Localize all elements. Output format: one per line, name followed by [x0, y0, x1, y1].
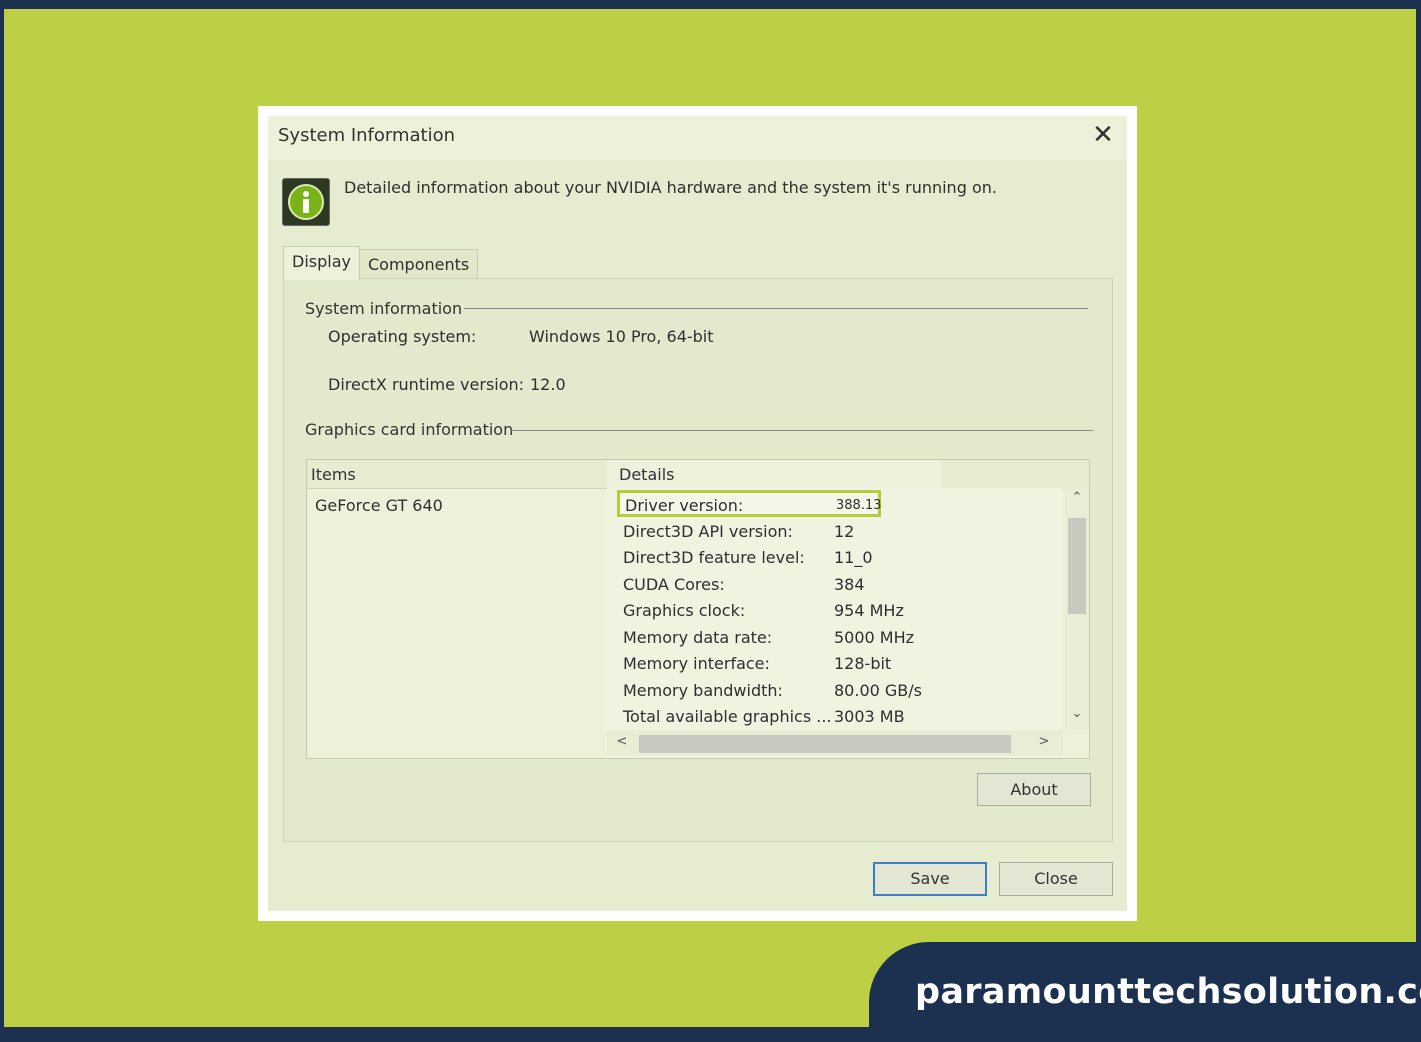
column-header-items[interactable]: Items — [311, 465, 356, 484]
horizontal-scrollbar[interactable]: < > — [607, 730, 1063, 756]
detail-value: 11_0 — [834, 548, 873, 567]
os-label: Operating system: — [328, 327, 477, 346]
section-divider — [464, 308, 1088, 309]
scroll-up-icon[interactable]: ⌃ — [1069, 490, 1085, 505]
detail-label: CUDA Cores: — [623, 575, 725, 594]
detail-label: Total available graphics ... — [623, 707, 832, 726]
detail-label: Memory data rate: — [623, 628, 773, 647]
system-information-dialog: System Information ✕ Detailed informatio… — [268, 116, 1127, 911]
details-list: Driver version: 388.13 Direct3D API vers… — [607, 488, 1063, 758]
detail-label: Direct3D feature level: — [623, 548, 805, 567]
vertical-scroll-thumb[interactable] — [1068, 518, 1086, 614]
vertical-scrollbar[interactable]: ⌃ ⌄ — [1065, 488, 1089, 730]
detail-value: 128-bit — [834, 654, 892, 673]
detail-value: 5000 MHz — [834, 628, 915, 647]
scroll-right-icon[interactable]: > — [1037, 734, 1051, 749]
section-divider — [511, 430, 1093, 431]
dialog-description: Detailed information about your NVIDIA h… — [344, 178, 997, 197]
detail-value: 954 MHz — [834, 601, 904, 620]
detail-label: Graphics clock: — [623, 601, 746, 620]
tab-components[interactable]: Components — [359, 249, 479, 280]
details-header: Details — [607, 460, 941, 488]
detail-label: Memory interface: — [623, 654, 770, 673]
close-icon[interactable]: ✕ — [1089, 121, 1117, 149]
scroll-left-icon[interactable]: < — [615, 734, 629, 749]
graphics-card-heading: Graphics card information — [305, 420, 514, 439]
driver-version-value: 388.13 — [836, 498, 882, 513]
directx-label: DirectX runtime version: — [328, 375, 525, 394]
graphics-card-list: Items Details GeForce GT 640 Driver vers… — [306, 459, 1090, 759]
brand-watermark: paramounttechsolution.com — [915, 972, 1421, 1012]
about-button[interactable]: About — [977, 773, 1091, 806]
scroll-down-icon[interactable]: ⌄ — [1069, 706, 1085, 721]
directx-value: 12.0 — [530, 375, 566, 394]
detail-value: 384 — [834, 575, 865, 594]
detail-label: Memory bandwidth: — [623, 681, 783, 700]
driver-version-highlight: Driver version: 388.13 — [617, 490, 882, 517]
display-tab-panel: System information Operating system: Win… — [283, 278, 1113, 842]
detail-label: Direct3D API version: — [623, 522, 793, 541]
dialog-frame: System Information ✕ Detailed informatio… — [258, 106, 1137, 921]
detail-value: 3003 MB — [834, 707, 905, 726]
detail-value: 12 — [834, 522, 855, 541]
driver-version-label: Driver version: — [625, 496, 744, 515]
column-header-details[interactable]: Details — [619, 465, 674, 484]
os-value: Windows 10 Pro, 64-bit — [529, 327, 714, 346]
info-icon — [282, 178, 330, 226]
list-item-geforce[interactable]: GeForce GT 640 — [315, 496, 443, 515]
horizontal-scroll-thumb[interactable] — [639, 735, 1011, 753]
save-button[interactable]: Save — [873, 862, 987, 896]
system-information-heading: System information — [305, 299, 463, 318]
tab-display[interactable]: Display — [283, 246, 360, 280]
title-bar: System Information ✕ — [268, 116, 1127, 160]
detail-value: 80.00 GB/s — [834, 681, 922, 700]
dialog-title: System Information — [278, 125, 456, 146]
close-button[interactable]: Close — [999, 862, 1113, 896]
